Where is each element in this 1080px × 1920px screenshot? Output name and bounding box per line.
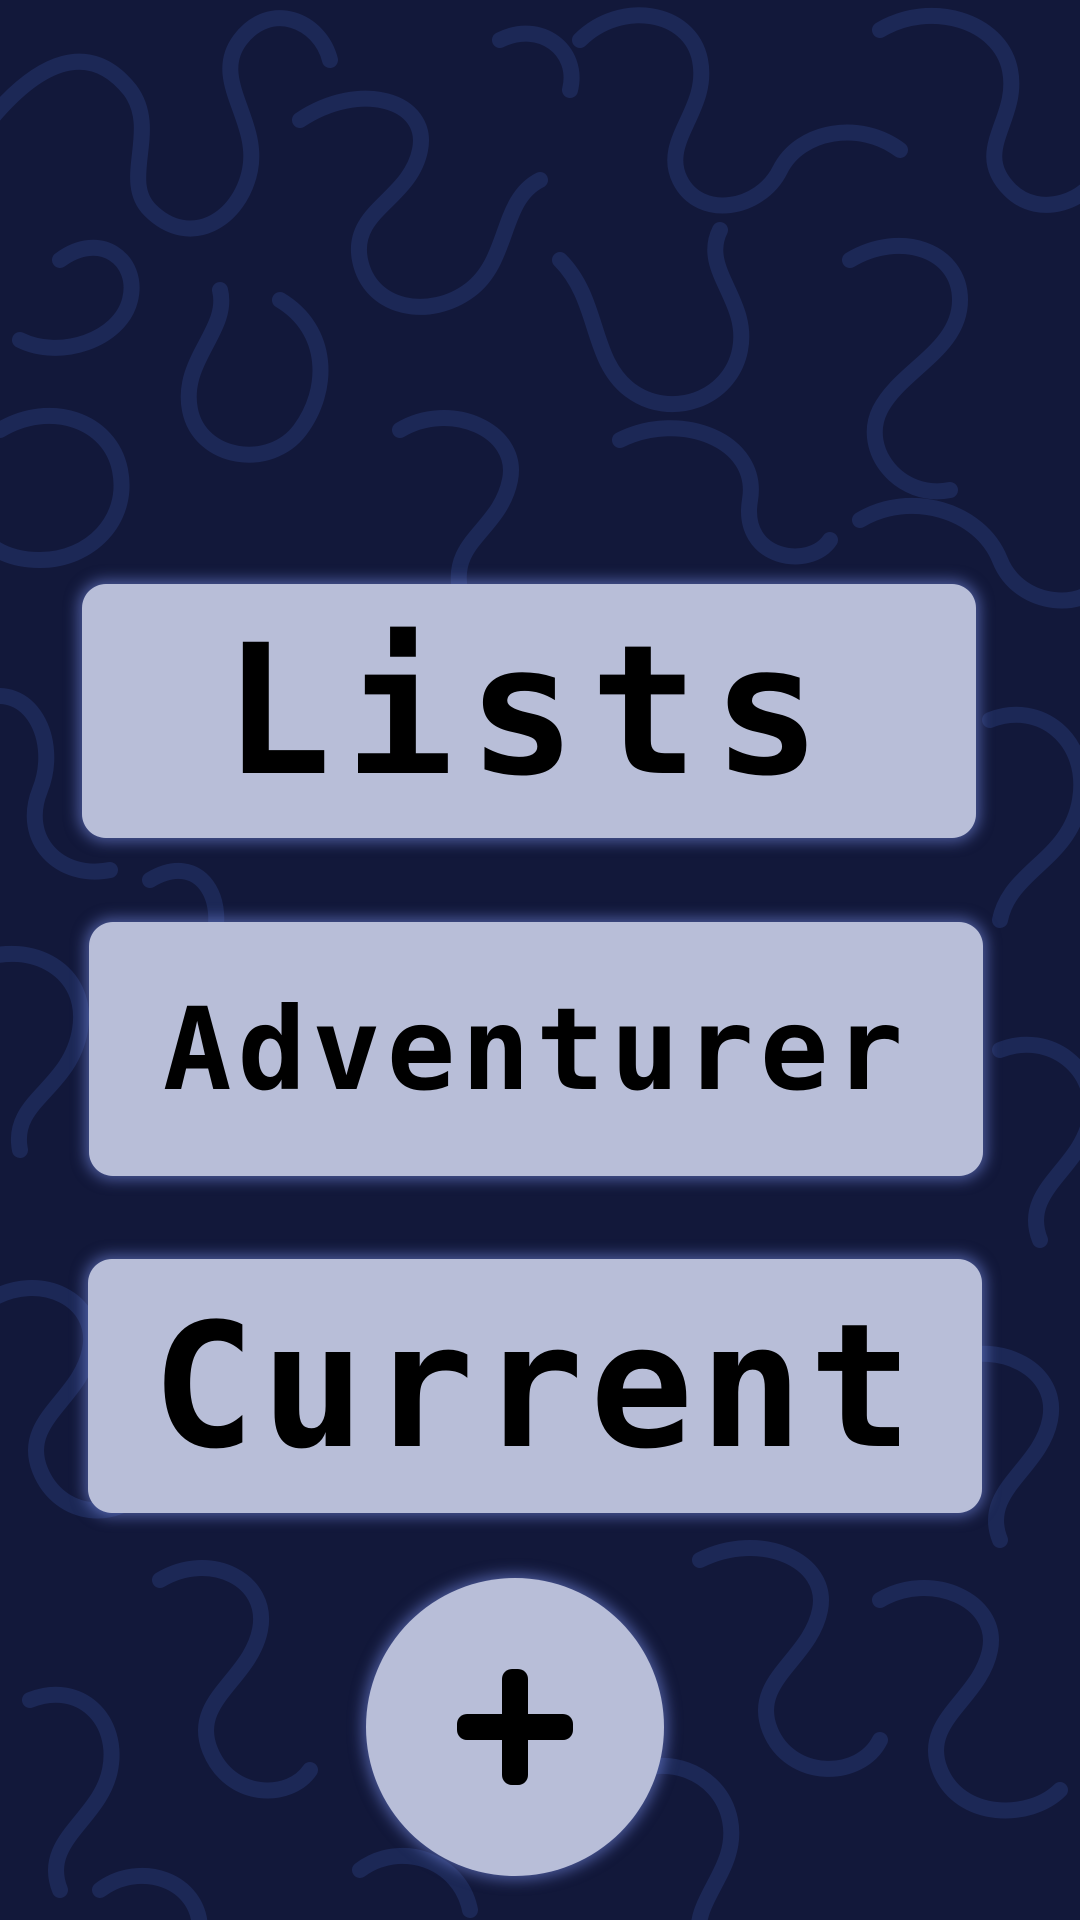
current-button-label: Current bbox=[151, 1285, 919, 1487]
adventurer-button-label: Adventurer bbox=[162, 982, 910, 1116]
lists-button[interactable]: Lists bbox=[82, 584, 976, 838]
lists-button-label: Lists bbox=[223, 606, 835, 816]
current-button[interactable]: Current bbox=[88, 1259, 982, 1513]
plus-icon bbox=[457, 1669, 573, 1785]
adventurer-button[interactable]: Adventurer bbox=[89, 922, 983, 1176]
add-button[interactable] bbox=[366, 1578, 664, 1876]
